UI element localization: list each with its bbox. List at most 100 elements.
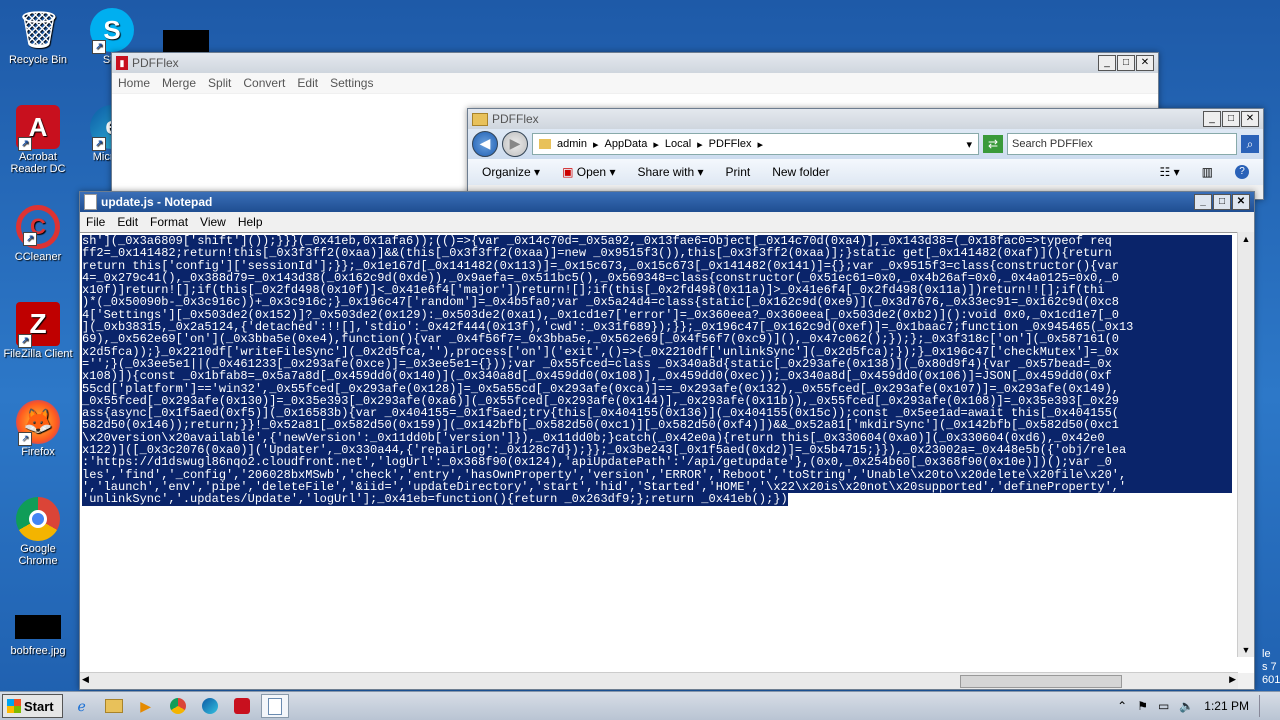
tray-expand-icon[interactable]: ⌃ <box>1117 699 1127 713</box>
organize-button[interactable]: Organize ▾ <box>482 165 540 179</box>
horizontal-scroll-thumb[interactable] <box>960 675 1122 688</box>
search-input[interactable]: Search PDFFlex <box>1007 133 1237 155</box>
explorer-titlebar[interactable]: PDFFlex _ □ ✕ <box>468 109 1263 129</box>
flag-icon[interactable]: ⚑ <box>1137 699 1148 713</box>
menu-convert[interactable]: Convert <box>237 76 291 90</box>
start-button[interactable]: Start <box>2 694 63 718</box>
menu-file[interactable]: File <box>80 215 111 229</box>
scroll-up-arrow-icon[interactable]: ▲ <box>1238 232 1254 246</box>
code-line: \x20version\x20available',{'newVersion':… <box>82 431 1232 445</box>
forward-arrow-icon[interactable]: ▶ <box>502 131 528 157</box>
volume-icon[interactable]: 🔈 <box>1179 699 1194 713</box>
open-button[interactable]: ▣ Open ▾ <box>562 165 615 179</box>
desktop-icon-ccleaner[interactable]: C ↗ CCleaner <box>0 205 76 263</box>
explorer-window[interactable]: PDFFlex _ □ ✕ ◀ ▶ admin ▸ AppData ▸ Local ▸… <box>467 108 1264 200</box>
vertical-scrollbar[interactable]: ▲ ▼ <box>1237 232 1254 657</box>
chevron-down-icon[interactable]: ▾ <box>966 138 972 151</box>
help-icon[interactable]: ? <box>1235 165 1249 179</box>
clock[interactable]: 1:21 PM <box>1204 699 1249 713</box>
preview-pane-icon[interactable]: ▥ <box>1202 165 1213 179</box>
refresh-icon[interactable]: ⇄ <box>983 135 1003 153</box>
network-icon[interactable]: ▭ <box>1158 699 1169 713</box>
pdfflex-app-icon: ▮ <box>116 56 128 70</box>
notepad-icon <box>84 194 97 210</box>
maximize-button[interactable]: □ <box>1222 111 1240 127</box>
menu-home[interactable]: Home <box>112 76 156 90</box>
minimize-button[interactable]: _ <box>1098 55 1116 71</box>
desktop-icon-label: bobfree.jpg <box>10 645 66 657</box>
code-line: )*(_0x50090b-_0x3c916c))+_0x3c916c;}_0x1… <box>82 296 1232 309</box>
folder-icon <box>104 699 123 713</box>
desktop-icon-recycle-bin[interactable]: 🗑 Recycle Bin <box>0 8 76 66</box>
taskbar-explorer-icon[interactable] <box>101 695 127 717</box>
code-line: ass{async[_0x1f5aed(0xf5)](_0x16583b){va… <box>82 407 1232 420</box>
menu-edit[interactable]: Edit <box>111 215 144 229</box>
taskbar-media-player-icon[interactable]: ▶ <box>133 695 159 717</box>
menu-merge[interactable]: Merge <box>156 76 202 90</box>
horizontal-scrollbar[interactable]: ◀ ▶ <box>80 672 1238 689</box>
scroll-right-arrow-icon[interactable]: ▶ <box>1229 674 1236 685</box>
code-line: x10f)]return![];if(this[_0x2fd498(0x10f)… <box>82 284 1232 297</box>
close-button[interactable]: ✕ <box>1232 194 1250 210</box>
taskbar-edge-icon[interactable] <box>197 695 223 717</box>
menu-edit[interactable]: Edit <box>291 76 324 90</box>
text-editor[interactable]: sh'](_0x3a6809['shift']());}}}(_0x41eb,0… <box>80 232 1254 673</box>
pdfflex-titlebar[interactable]: ▮ PDFFlex _ □ ✕ <box>112 53 1158 73</box>
acrobat-icon: A ↗ <box>16 105 60 151</box>
close-button[interactable]: ✕ <box>1136 55 1154 71</box>
maximize-button[interactable]: □ <box>1213 194 1231 210</box>
breadcrumb-item[interactable]: PDFFlex <box>709 138 752 150</box>
menu-format[interactable]: Format <box>144 215 194 229</box>
search-icon[interactable]: ⌕ <box>1241 135 1259 153</box>
shortcut-arrow-icon: ↗ <box>18 137 32 151</box>
maximize-button[interactable]: □ <box>1117 55 1135 71</box>
desktop-icon-filezilla[interactable]: Z ↗ FileZilla Client <box>0 302 76 360</box>
taskbar-notepad-icon[interactable] <box>260 694 289 718</box>
code-line: x122)]([_0x3c2076(0xa0)]('Updater',_0x33… <box>82 444 1232 457</box>
scroll-down-arrow-icon[interactable]: ▼ <box>1238 643 1254 657</box>
folder-icon <box>472 112 488 126</box>
menu-split[interactable]: Split <box>202 76 237 90</box>
open-label: Open <box>576 165 607 179</box>
breadcrumb-item[interactable]: admin <box>557 138 587 150</box>
code-line: ','launch','env','pipe','deleteFile','&i… <box>82 480 1232 494</box>
filezilla-glyph: Z <box>29 308 47 339</box>
skype-icon: S ↗ <box>90 8 134 54</box>
menu-settings[interactable]: Settings <box>324 76 379 90</box>
minimize-button[interactable]: _ <box>1194 194 1212 210</box>
code-line: sh'](_0x3a6809['shift']());}}}(_0x41eb,0… <box>82 235 1232 248</box>
notepad-window[interactable]: update.js - Notepad _ □ ✕ File Edit Form… <box>79 191 1255 690</box>
breadcrumb-item[interactable]: Local <box>665 138 691 150</box>
taskbar-acrobat-icon[interactable] <box>229 695 255 717</box>
desktop-icon-bobfree[interactable]: bobfree.jpg <box>0 615 76 657</box>
scroll-left-arrow-icon[interactable]: ◀ <box>82 674 89 685</box>
desktop-icon-label: Acrobat Reader DC <box>10 151 66 175</box>
menu-view[interactable]: View <box>194 215 232 229</box>
show-desktop-button[interactable] <box>1259 695 1270 717</box>
shortcut-arrow-icon: ↗ <box>23 232 37 246</box>
notepad-titlebar[interactable]: update.js - Notepad _ □ ✕ <box>80 192 1254 212</box>
share-label: Share with <box>637 165 695 179</box>
print-button[interactable]: Print <box>726 165 751 179</box>
view-options-icon[interactable]: ☷ ▾ <box>1160 165 1180 179</box>
chevron-right-icon: ▸ <box>592 138 599 151</box>
desktop-icon-firefox[interactable]: 🦊 ↗ Firefox <box>0 400 76 458</box>
firefox-icon: 🦊 ↗ <box>16 400 60 446</box>
share-with-button[interactable]: Share with ▾ <box>637 165 703 179</box>
taskbar: Start ℯ ▶ ⌃ ⚑ ▭ 🔈 1:21 PM <box>0 691 1280 720</box>
close-button[interactable]: ✕ <box>1241 111 1259 127</box>
pdfflex-menubar: Home Merge Split Convert Edit Settings <box>112 73 1158 93</box>
new-folder-button[interactable]: New folder <box>772 165 829 179</box>
menu-help[interactable]: Help <box>232 215 269 229</box>
taskbar-chrome-icon[interactable] <box>165 695 191 717</box>
folder-icon <box>539 139 551 149</box>
back-arrow-icon[interactable]: ◀ <box>472 131 498 157</box>
code-line: 4=_0x279c41(),_0x388d79=_0x143d38(_0x162… <box>82 271 1232 285</box>
desktop-icon-chrome[interactable]: Google Chrome <box>0 497 76 567</box>
taskbar-ie-icon[interactable]: ℯ <box>69 695 95 717</box>
breadcrumb-item[interactable]: AppData <box>605 138 648 150</box>
code-line: 582d50(0x146));return;}}!_0x52a81[_0x582… <box>82 419 1232 432</box>
desktop-icon-acrobat[interactable]: A ↗ Acrobat Reader DC <box>0 105 76 175</box>
minimize-button[interactable]: _ <box>1203 111 1221 127</box>
address-bar[interactable]: admin ▸ AppData ▸ Local ▸ PDFFlex ▸ ▾ <box>532 133 979 155</box>
